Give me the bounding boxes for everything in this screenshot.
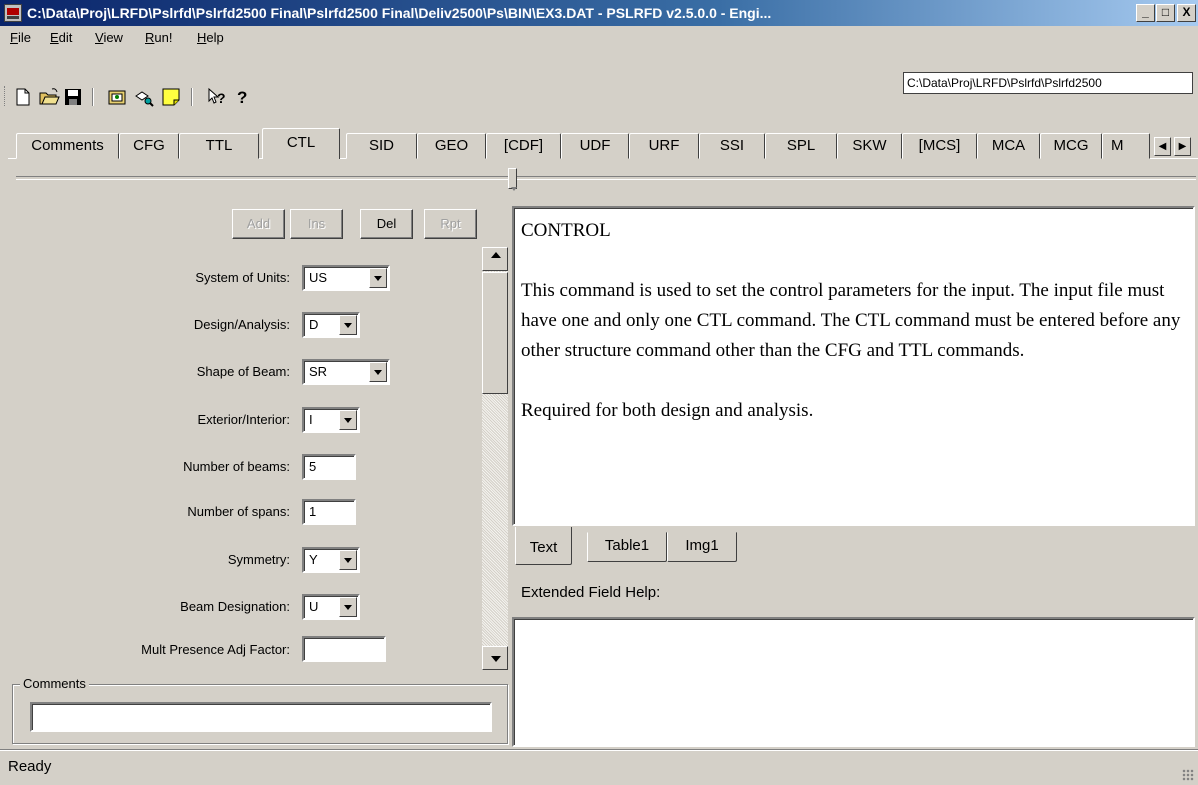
exterior-interior-label: Exterior/Interior:: [197, 412, 290, 427]
subtab-text[interactable]: Text: [515, 527, 572, 565]
splitter-track: [16, 176, 1196, 180]
beam-designation-value: U: [309, 599, 319, 614]
design-analysis-value: D: [309, 317, 319, 332]
chevron-down-icon[interactable]: [369, 268, 387, 288]
chevron-down-icon[interactable]: [339, 597, 357, 617]
help-paragraph: This command is used to set the control …: [521, 280, 1181, 361]
menu-view[interactable]: View: [95, 30, 123, 48]
beam-designation-select[interactable]: U: [302, 594, 360, 620]
beam-designation-label: Beam Designation:: [180, 599, 290, 614]
svg-text:?: ?: [237, 88, 247, 107]
design-analysis-select[interactable]: D: [302, 312, 360, 338]
scroll-thumb[interactable]: [482, 272, 508, 394]
tab-comments[interactable]: Comments: [16, 133, 119, 159]
tab-cfg[interactable]: CFG: [119, 133, 179, 159]
rpt-button[interactable]: Rpt: [424, 209, 477, 239]
help-text-panel: CONTROL This command is used to set the …: [512, 206, 1195, 526]
toolbar-grip[interactable]: [4, 86, 7, 106]
open-dialog-icon[interactable]: [106, 86, 128, 108]
add-button[interactable]: Add: [232, 209, 285, 239]
tab-ssi[interactable]: SSI: [699, 133, 765, 159]
symmetry-select[interactable]: Y: [302, 547, 360, 573]
system-of-units-value: US: [309, 270, 328, 285]
tab-mca[interactable]: MCA: [977, 133, 1040, 159]
tab-ttl[interactable]: TTL: [179, 133, 259, 159]
help-heading: CONTROL: [521, 220, 611, 241]
extended-help-box: [512, 617, 1195, 747]
open-folder-icon[interactable]: [38, 86, 60, 108]
maximize-button[interactable]: □: [1156, 4, 1175, 22]
mult-presence-label: Mult Presence Adj Factor:: [141, 642, 290, 657]
toolbar-separator: [92, 88, 94, 106]
comments-input[interactable]: [30, 702, 492, 732]
symmetry-label: Symmetry:: [227, 552, 290, 567]
shape-of-beam-value: SR: [309, 364, 328, 379]
status-text: Ready: [8, 758, 52, 775]
menu-edit[interactable]: Edit: [50, 30, 72, 48]
chevron-down-icon[interactable]: [339, 315, 357, 335]
tab-sid[interactable]: SID: [346, 133, 417, 159]
tab-m[interactable]: M: [1102, 133, 1150, 159]
app-icon[interactable]: [4, 4, 22, 22]
system-of-units-label: System of Units:: [195, 270, 290, 285]
extended-help-label: Extended Field Help:: [521, 584, 661, 601]
window-title: C:\Data\Proj\LRFD\Pslrfd\Pslrfd2500 Fina…: [27, 5, 772, 21]
note-icon[interactable]: [160, 86, 182, 108]
tab-geo[interactable]: GEO: [417, 133, 486, 159]
menu-bar: [0, 26, 1198, 52]
chevron-down-icon[interactable]: [369, 362, 387, 382]
system-of-units-select[interactable]: US: [302, 265, 390, 291]
comments-label: Comments: [20, 676, 89, 691]
tab-urf[interactable]: URF: [629, 133, 699, 159]
arrow-down-icon: [491, 656, 501, 662]
help-paragraph: Required for both design and analysis.: [521, 400, 814, 421]
mult-presence-input[interactable]: [302, 636, 386, 662]
tab-cdf[interactable]: [CDF]: [486, 133, 561, 159]
symmetry-value: Y: [309, 552, 318, 567]
tab-mcs[interactable]: [MCS]: [902, 133, 977, 159]
del-button[interactable]: Del: [360, 209, 413, 239]
menu-file[interactable]: File: [10, 30, 31, 48]
number-of-spans-label: Number of spans:: [187, 504, 290, 519]
subtab-table1[interactable]: Table1: [587, 532, 667, 562]
tab-mcg[interactable]: MCG: [1040, 133, 1102, 159]
splitter-handle[interactable]: [508, 168, 517, 191]
menu-run[interactable]: Run!: [145, 30, 172, 48]
ins-button[interactable]: Ins: [290, 209, 343, 239]
tab-spl[interactable]: SPL: [765, 133, 837, 159]
menu-help[interactable]: Help: [197, 30, 224, 48]
tab-skw[interactable]: SKW: [837, 133, 902, 159]
shape-of-beam-label: Shape of Beam:: [196, 364, 290, 379]
save-icon[interactable]: [62, 86, 84, 108]
new-file-icon[interactable]: [12, 86, 34, 108]
chevron-down-icon[interactable]: [339, 410, 357, 430]
tab-ctl[interactable]: CTL: [262, 128, 340, 159]
title-bar: C:\Data\Proj\LRFD\Pslrfd\Pslrfd2500 Fina…: [0, 0, 1198, 26]
scroll-down-button[interactable]: [482, 646, 508, 670]
resize-grip-icon[interactable]: [1182, 769, 1194, 781]
view-icon[interactable]: [133, 86, 155, 108]
tab-udf[interactable]: UDF: [561, 133, 629, 159]
chevron-down-icon[interactable]: [339, 550, 357, 570]
exterior-interior-value: I: [309, 412, 313, 427]
shape-of-beam-select[interactable]: SR: [302, 359, 390, 385]
scroll-up-button[interactable]: [482, 247, 508, 271]
help-icon[interactable]: ?: [232, 86, 254, 108]
subtab-img1[interactable]: Img1: [667, 532, 737, 562]
close-button[interactable]: X: [1177, 4, 1196, 22]
minimize-button[interactable]: _: [1136, 4, 1155, 22]
number-of-spans-input[interactable]: 1: [302, 499, 356, 525]
arrow-up-icon: [491, 252, 501, 258]
status-bar: [0, 749, 1198, 785]
exterior-interior-select[interactable]: I: [302, 407, 360, 433]
design-analysis-label: Design/Analysis:: [193, 317, 290, 332]
context-help-icon[interactable]: ?: [206, 86, 228, 108]
tab-scroll-right-button[interactable]: ▶: [1174, 137, 1191, 156]
svg-text:?: ?: [217, 90, 226, 106]
file-path-display: C:\Data\Proj\LRFD\Pslrfd\Pslrfd2500: [903, 72, 1193, 94]
number-of-beams-input[interactable]: 5: [302, 454, 356, 480]
toolbar-separator: [191, 88, 193, 106]
tab-scroll-left-button[interactable]: ◀: [1154, 137, 1171, 156]
number-of-beams-label: Number of beams:: [183, 459, 290, 474]
